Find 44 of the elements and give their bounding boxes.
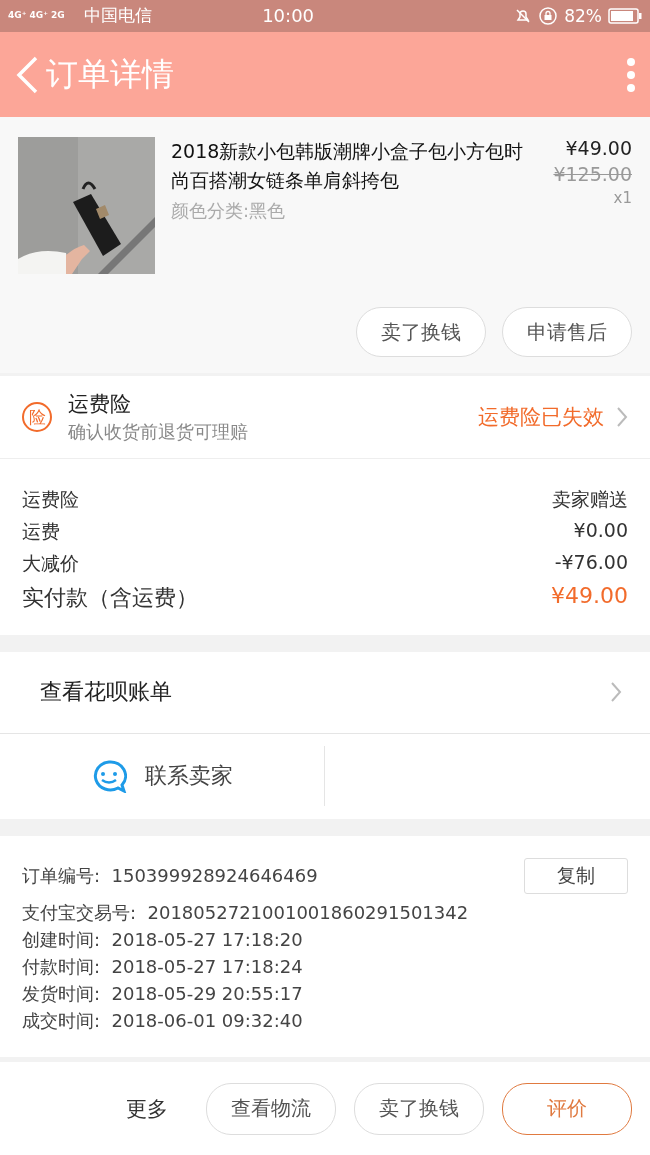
more-icon[interactable] <box>626 56 636 93</box>
action-button[interactable]: 卖了换钱 <box>354 1082 484 1135</box>
insurance-subtitle: 确认收货前退货可理赔 <box>68 420 249 444</box>
sku-label: 颜色分类:黑色 <box>171 199 287 224</box>
original-price: ¥125.00 <box>553 163 632 186</box>
back-icon[interactable] <box>14 54 40 95</box>
huabei-row[interactable]: 查看花呗账单 <box>0 652 650 734</box>
order-info-line: 支付宝交易号: 2018052721001001860291501342 <box>22 901 470 925</box>
battery-percent: 82% <box>564 5 602 26</box>
copy-button[interactable]: 复制 <box>524 858 628 894</box>
quantity: x1 <box>613 189 632 208</box>
summary-label: 运费险 <box>22 487 79 513</box>
action-button[interactable]: 查看物流 <box>206 1082 336 1135</box>
network-indicator: 4G⁺ 4G⁺ 2G <box>8 11 66 21</box>
summary-value: ¥49.00 <box>551 583 628 611</box>
chevron-right-icon <box>610 681 622 704</box>
product-title[interactable]: 2018新款小包韩版潮牌小盒子包小方包时尚百搭潮女链条单肩斜挎包 <box>171 137 536 196</box>
summary-label: 实付款（含运费） <box>22 584 198 613</box>
huabei-label: 查看花呗账单 <box>40 678 173 707</box>
order-info-line: 付款时间: 2018-05-27 17:18:24 <box>22 955 304 979</box>
order-info-line: 成交时间: 2018-06-01 09:32:40 <box>22 1009 304 1033</box>
chat-face-icon <box>91 759 127 794</box>
order-info-line: 创建时间: 2018-05-27 17:18:20 <box>22 928 304 952</box>
summary-label: 大减价 <box>22 551 79 577</box>
summary-value: 卖家赠送 <box>552 487 628 513</box>
chevron-right-icon <box>616 406 628 428</box>
more-link[interactable]: 更多 <box>126 1094 168 1123</box>
summary-value: ¥0.00 <box>573 519 628 544</box>
summary-value: -¥76.00 <box>554 551 628 576</box>
rotation-lock-icon <box>538 5 559 26</box>
action-button[interactable]: 卖了换钱 <box>356 307 486 358</box>
action-button[interactable]: 申请售后 <box>502 307 632 358</box>
page-title: 订单详情 <box>46 53 175 95</box>
insurance-row[interactable]: 险 运费险 确认收货前退货可理赔 运费险已失效 <box>0 375 650 460</box>
carrier-name: 中国电信 <box>84 4 152 28</box>
clock: 10:00 <box>261 5 316 27</box>
insurance-status: 运费险已失效 <box>478 404 604 431</box>
summary-label: 运费 <box>22 519 60 545</box>
price: ¥49.00 <box>565 137 632 160</box>
battery-icon <box>608 7 642 24</box>
insurance-title: 运费险 <box>68 391 132 418</box>
order-info-line: 发货时间: 2018-05-29 20:55:17 <box>22 982 304 1006</box>
order-number: 订单编号: 150399928924646469 <box>22 864 318 888</box>
insurance-badge: 险 <box>22 402 52 432</box>
